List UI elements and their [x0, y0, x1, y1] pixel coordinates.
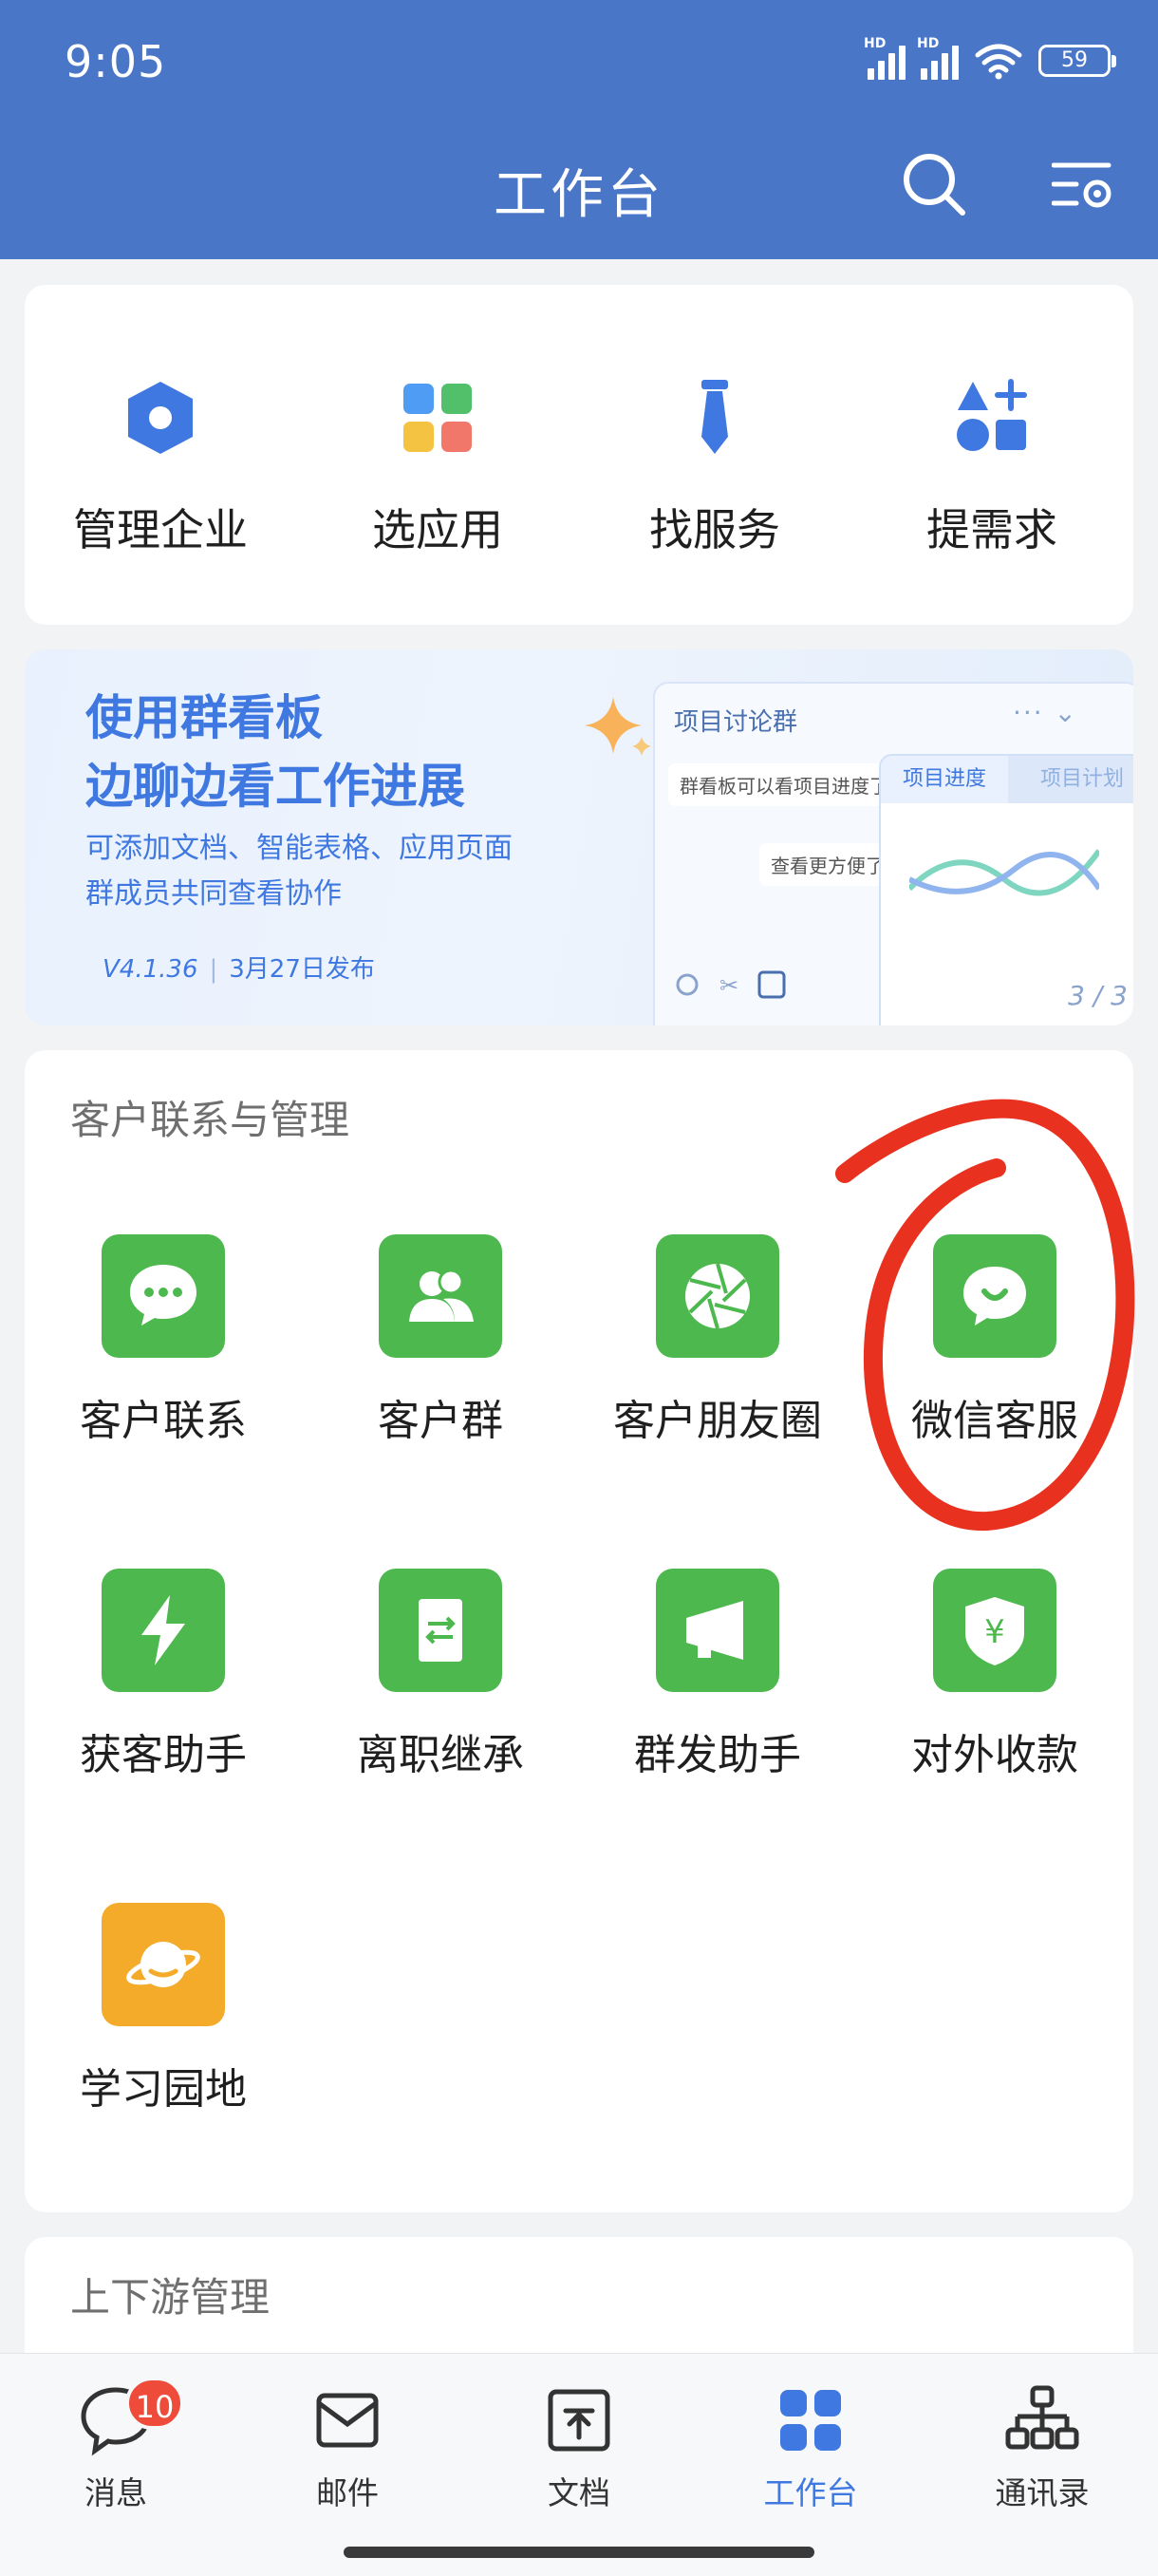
- planet-icon: [126, 1942, 200, 1987]
- chat-bubble-icon: [130, 1265, 196, 1326]
- yuan-shield-icon: ¥: [965, 1597, 1024, 1665]
- svg-text:¥: ¥: [984, 1613, 1005, 1651]
- aperture-icon: [685, 1263, 750, 1329]
- home-indicator[interactable]: [344, 2547, 814, 2558]
- app-mass-send-assistant[interactable]: 群发助手: [579, 1569, 856, 1781]
- battery-indicator: 59: [1038, 45, 1116, 77]
- org-chart-icon: [1005, 2385, 1079, 2450]
- app-customer-moments[interactable]: 客户朋友圈: [579, 1234, 856, 1447]
- lightning-icon: [141, 1595, 185, 1665]
- quick-actions-card: 管理企业 选应用 找服务 提需求: [25, 285, 1133, 625]
- quick-submit-request[interactable]: 提需求: [856, 378, 1128, 558]
- bottom-tab-bar: 10 消息 邮件 文档 工作台 通讯录: [0, 2353, 1158, 2576]
- transfer-doc-icon: [419, 1599, 462, 1662]
- feature-banner[interactable]: 使用群看板 边聊边看工作进展 可添加文档、智能表格、应用页面 群成员共同查看协作…: [25, 649, 1133, 1025]
- banner-version: V4.1.36 | 3月27日发布: [103, 955, 375, 984]
- banner-preview-mockup: 项目讨论群 ··· ⌄ 群看板可以看项目进度了 查看更方便了 ✂ 项目进度 项目…: [653, 682, 1133, 1025]
- app-resignation-inherit[interactable]: 离职继承: [302, 1569, 579, 1781]
- section-title-customer: 客户联系与管理: [70, 1097, 350, 1143]
- svg-text:✂: ✂: [719, 972, 738, 999]
- signal-icon-2: HD: [917, 36, 959, 80]
- unread-badge: 10: [125, 2377, 184, 2430]
- app-learning-garden[interactable]: 学习园地: [25, 1903, 302, 2115]
- banner-subtitle: 可添加文档、智能表格、应用页面 群成员共同查看协作: [85, 832, 513, 911]
- app-grid-icon: [403, 384, 472, 452]
- tab-messages[interactable]: 10 消息: [40, 2377, 192, 2513]
- top-header: 9:05 HD HD 59 工作台: [0, 0, 1158, 259]
- shapes-plus-icon: [957, 379, 1027, 451]
- tab-docs[interactable]: 文档: [503, 2382, 655, 2513]
- status-indicators: HD HD 59: [864, 36, 1116, 80]
- app-acquisition-assistant[interactable]: 获客助手: [25, 1569, 302, 1781]
- quick-choose-app[interactable]: 选应用: [302, 378, 573, 558]
- wifi-icon: [975, 44, 1022, 80]
- tab-workbench[interactable]: 工作台: [735, 2382, 887, 2513]
- group-users-icon: [409, 1269, 474, 1322]
- settings-icon[interactable]: [1052, 158, 1114, 215]
- status-time: 9:05: [65, 36, 167, 87]
- quick-manage-enterprise[interactable]: 管理企业: [25, 378, 296, 558]
- workbench-grid-icon: [780, 2390, 841, 2451]
- tab-contacts[interactable]: 通讯录: [966, 2382, 1118, 2513]
- page-title: 工作台: [494, 164, 664, 226]
- signal-icon: HD: [864, 36, 906, 80]
- annotation-circle: [835, 1099, 1135, 1532]
- app-customer-group[interactable]: 客户群: [302, 1234, 579, 1447]
- quick-find-service[interactable]: 找服务: [579, 378, 850, 558]
- hexagon-icon: [128, 382, 193, 454]
- mock-toolbar-icons: ✂: [676, 970, 786, 999]
- search-icon[interactable]: [900, 150, 968, 218]
- doc-icon: [548, 2389, 610, 2452]
- mail-icon: [316, 2393, 379, 2448]
- mock-line-chart: [909, 849, 1099, 896]
- app-customer-contact[interactable]: 客户联系: [25, 1234, 302, 1447]
- tie-icon: [701, 380, 728, 454]
- megaphone-icon: [686, 1601, 743, 1660]
- section-title-downstream: 上下游管理: [70, 2274, 271, 2321]
- tab-mail[interactable]: 邮件: [271, 2382, 423, 2513]
- app-external-payment[interactable]: ¥ 对外收款: [856, 1569, 1133, 1781]
- banner-title: 使用群看板 边聊边看工作进展: [85, 690, 465, 814]
- sparkle-icon: [585, 697, 651, 756]
